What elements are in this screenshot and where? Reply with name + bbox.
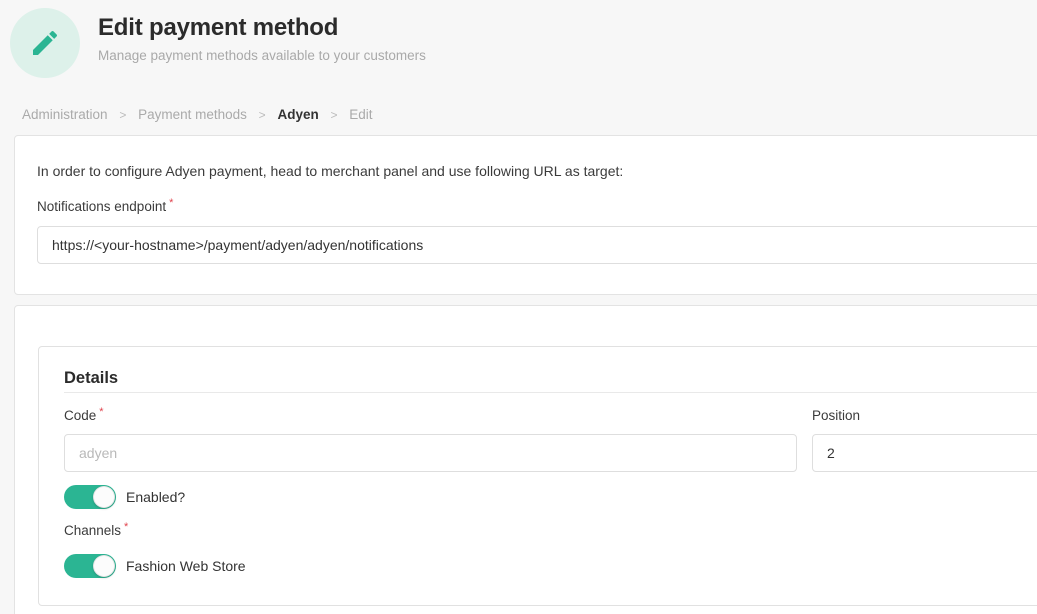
required-asterisk: * bbox=[124, 521, 128, 533]
page-content: Edit payment method Manage payment metho… bbox=[0, 0, 1037, 614]
header-text: Edit payment method Manage payment metho… bbox=[98, 14, 426, 63]
code-position-row: Code* Position bbox=[64, 409, 1037, 472]
position-label: Position bbox=[812, 409, 1037, 423]
channel-toggle-row: Fashion Web Store bbox=[64, 554, 1037, 578]
position-input[interactable] bbox=[812, 434, 1037, 472]
notifications-endpoint-label: Notifications endpoint* bbox=[37, 200, 1037, 214]
pencil-icon bbox=[29, 27, 61, 59]
required-asterisk: * bbox=[169, 197, 173, 209]
fashion-web-store-toggle[interactable] bbox=[64, 554, 116, 578]
enabled-toggle-row: Enabled? bbox=[64, 485, 1037, 509]
enabled-toggle-label: Enabled? bbox=[126, 489, 185, 505]
enabled-toggle[interactable] bbox=[64, 485, 116, 509]
breadcrumb: Administration > Payment methods > Adyen… bbox=[22, 108, 1037, 122]
breadcrumb-edit: Edit bbox=[349, 107, 372, 122]
fashion-web-store-toggle-label: Fashion Web Store bbox=[126, 558, 246, 574]
details-section-title: Details bbox=[64, 369, 1037, 393]
breadcrumb-separator: > bbox=[119, 108, 126, 122]
page-header: Edit payment method Manage payment metho… bbox=[0, 0, 1037, 78]
payment-method-form-card: Details Code* Position bbox=[14, 305, 1037, 614]
position-field: Position bbox=[812, 409, 1037, 472]
required-asterisk: * bbox=[99, 406, 103, 418]
breadcrumb-administration[interactable]: Administration bbox=[22, 107, 108, 122]
channels-label-text: Channels bbox=[64, 523, 121, 538]
notifications-endpoint-card: In order to configure Adyen payment, hea… bbox=[14, 135, 1037, 295]
notifications-endpoint-input[interactable] bbox=[37, 226, 1037, 264]
configure-instructions-text: In order to configure Adyen payment, hea… bbox=[37, 164, 1037, 178]
breadcrumb-payment-methods[interactable]: Payment methods bbox=[138, 107, 247, 122]
pencil-icon-badge bbox=[10, 8, 80, 78]
breadcrumb-adyen[interactable]: Adyen bbox=[277, 107, 318, 122]
page-subtitle: Manage payment methods available to your… bbox=[98, 48, 426, 63]
breadcrumb-separator: > bbox=[259, 108, 266, 122]
edit-payment-method-page: Edit payment method Manage payment metho… bbox=[0, 0, 1037, 614]
code-input[interactable] bbox=[64, 434, 797, 472]
details-panel: Details Code* Position bbox=[38, 346, 1037, 606]
notifications-endpoint-label-text: Notifications endpoint bbox=[37, 199, 166, 214]
code-label-text: Code bbox=[64, 408, 96, 423]
toggle-knob bbox=[93, 555, 115, 577]
channels-label: Channels* bbox=[64, 524, 1037, 538]
code-field: Code* bbox=[64, 409, 797, 472]
breadcrumb-separator: > bbox=[330, 108, 337, 122]
code-label: Code* bbox=[64, 409, 797, 423]
toggle-knob bbox=[93, 486, 115, 508]
page-title: Edit payment method bbox=[98, 14, 426, 42]
